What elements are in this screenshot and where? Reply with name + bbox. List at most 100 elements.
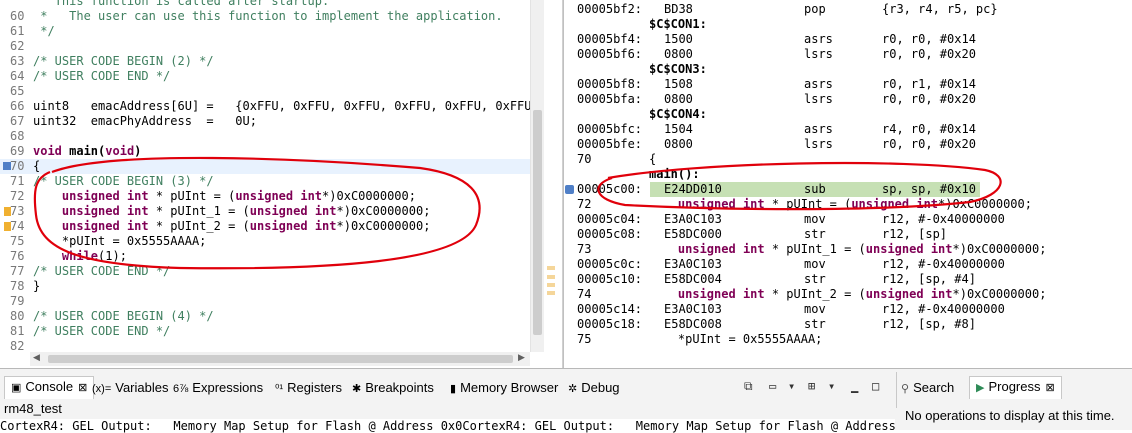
editor-line[interactable]: 60 * The user can use this function to i…: [0, 9, 530, 24]
editor-line[interactable]: 75 *pUInt = 0x5555AAAA;: [0, 234, 530, 249]
disassembly-line[interactable]: 00005bfc: 1504 asrs r4, r0, #0x14: [564, 122, 1132, 137]
tab-memory-browser[interactable]: ▮ Memory Browser: [450, 378, 558, 398]
operands: r4, r0, #0x14: [882, 122, 976, 136]
disassembly-line[interactable]: 00005bfa: 0800 lsrs r0, r0, #0x20: [564, 92, 1132, 107]
tab-expressions[interactable]: 6⅞ Expressions: [173, 378, 263, 398]
toolbar-display-icon[interactable]: ▭: [769, 379, 776, 393]
source-line-number: 74: [577, 287, 592, 301]
editor-line[interactable]: 76 while(1);: [0, 249, 530, 264]
disassembly-line[interactable]: 72 unsigned int * pUInt = (unsigned int*…: [564, 197, 1132, 212]
editor-line[interactable]: 70 {: [0, 159, 530, 174]
disassembly-line[interactable]: 00005c00: E24DD010 sub sp, sp, #0x10: [564, 182, 1132, 197]
editor-line[interactable]: 72 unsigned int * pUInt = (unsigned int*…: [0, 189, 530, 204]
ruler-marker[interactable]: [547, 266, 555, 270]
disassembly-line[interactable]: 70 {: [564, 152, 1132, 167]
disassembly-line[interactable]: main():: [564, 167, 1132, 182]
editor-line[interactable]: 78}: [0, 279, 530, 294]
opcode: 0800: [664, 137, 693, 151]
bottom-panel: ▣ Console ⊠ (x)= Variables 6⅞ Expressions ⁰¹ Reg…: [0, 368, 1132, 433]
editor-line[interactable]: 67 uint32 emacPhyAddress = 0U;: [0, 114, 530, 129]
line-number: 74: [10, 219, 25, 233]
source-line-text: unsigned int * pUInt_2 = (unsigned int*)…: [677, 287, 1047, 301]
tab-breakpoints[interactable]: ✱ Breakpoints: [352, 378, 434, 398]
tab-progress[interactable]: ▶ Progress ⊠: [969, 376, 1062, 399]
editor-line[interactable]: 63 /* USER CODE BEGIN (2) */: [0, 54, 530, 69]
ruler-marker[interactable]: [547, 275, 555, 279]
editor-line[interactable]: This function is called after startup.: [0, 0, 530, 9]
tab-debug[interactable]: ✲ Debug: [568, 378, 620, 398]
disassembly-line[interactable]: 75 *pUInt = 0x5555AAAA;: [564, 332, 1132, 347]
symbol-label: $C$CON4:: [649, 107, 707, 121]
tab-search[interactable]: ⚲ Search: [901, 378, 954, 398]
editor-line[interactable]: 69 void main(void): [0, 144, 530, 159]
source-editor[interactable]: This function is called after startup. 60…: [0, 0, 560, 368]
tab-variables[interactable]: (x)= Variables: [92, 378, 168, 398]
ruler-marker[interactable]: [547, 283, 555, 287]
minimize-icon[interactable]: ▁: [851, 379, 858, 393]
toolbar-copy-icon[interactable]: ⧉: [744, 379, 753, 394]
scroll-left-arrow-icon[interactable]: ◀: [33, 353, 40, 363]
disassembly-line[interactable]: 73 unsigned int * pUInt_1 = (unsigned in…: [564, 242, 1132, 257]
source-code-lines[interactable]: This function is called after startup. 60…: [0, 0, 546, 353]
opcode: E58DC004: [664, 272, 722, 286]
disassembly-view[interactable]: 00005bf2: BD38 pop {r3, r4, r5, pc} $C$CON1:…: [563, 0, 1132, 368]
disassembly-line[interactable]: 00005c04: E3A0C103 mov r12, #-0x40000000: [564, 212, 1132, 227]
disassembly-line[interactable]: $C$CON1:: [564, 17, 1132, 32]
editor-line[interactable]: 74 unsigned int * pUInt_2 = (unsigned in…: [0, 219, 530, 234]
progress-message: No operations to display at this time.: [905, 408, 1115, 423]
ruler-marker[interactable]: [547, 291, 555, 295]
code-text: uint8 emacAddress[6U] = {0xFFU, 0xFFU, 0…: [33, 99, 546, 113]
disassembly-line[interactable]: 00005bf4: 1500 asrs r0, r0, #0x14: [564, 32, 1132, 47]
disassembly-line[interactable]: 00005c0c: E3A0C103 mov r12, #-0x40000000: [564, 257, 1132, 272]
disassembly-line[interactable]: $C$CON4:: [564, 107, 1132, 122]
warning-marker-icon[interactable]: [4, 207, 11, 216]
line-number: 66: [10, 99, 25, 113]
disassembly-line[interactable]: $C$CON3:: [564, 62, 1132, 77]
console-output[interactable]: CortexR4: GEL Output: Memory Map Setup f…: [0, 419, 895, 433]
line-number: 81: [10, 324, 25, 338]
editor-line[interactable]: 79: [0, 294, 530, 309]
tab-label: Registers: [287, 380, 342, 395]
code-text: /* USER CODE END */: [33, 69, 171, 83]
code-text: }: [33, 279, 41, 293]
disassembly-line[interactable]: 00005bf2: BD38 pop {r3, r4, r5, pc}: [564, 2, 1132, 17]
tab-console[interactable]: ▣ Console ⊠: [4, 376, 95, 399]
toolbar-dropdown-icon[interactable]: ▾: [788, 379, 795, 393]
editor-line[interactable]: 77 /* USER CODE END */: [0, 264, 530, 279]
editor-vertical-scrollbar[interactable]: [530, 0, 545, 352]
editor-horizontal-scroll-thumb[interactable]: [48, 355, 513, 363]
close-tab-icon[interactable]: ⊠: [78, 382, 87, 394]
disassembly-line[interactable]: 00005c08: E58DC000 str r12, [sp]: [564, 227, 1132, 242]
toolbar-dropdown-icon[interactable]: ▾: [828, 379, 835, 393]
source-line-number: 70: [577, 152, 592, 166]
line-number: 76: [10, 249, 25, 263]
editor-line[interactable]: 65: [0, 84, 530, 99]
disassembly-line[interactable]: 74 unsigned int * pUInt_2 = (unsigned in…: [564, 287, 1132, 302]
warning-marker-icon[interactable]: [4, 222, 11, 231]
close-tab-icon[interactable]: ⊠: [1046, 382, 1055, 394]
editor-line[interactable]: 71 /* USER CODE BEGIN (3) */: [0, 174, 530, 189]
editor-line[interactable]: 73 unsigned int * pUInt_1 = (unsigned in…: [0, 204, 530, 219]
code-text: unsigned int * pUInt_1 = (unsigned int*)…: [61, 204, 431, 218]
opcode: E3A0C103: [664, 212, 722, 226]
disassembly-line[interactable]: 00005bfe: 0800 lsrs r0, r0, #0x20: [564, 137, 1132, 152]
editor-line[interactable]: 68: [0, 129, 530, 144]
scroll-right-arrow-icon[interactable]: ▶: [518, 353, 525, 363]
disassembly-line[interactable]: 00005c10: E58DC004 str r12, [sp, #4]: [564, 272, 1132, 287]
editor-vertical-scroll-thumb[interactable]: [533, 110, 542, 335]
disassembly-line[interactable]: 00005bf8: 1508 asrs r0, r1, #0x14: [564, 77, 1132, 92]
editor-line[interactable]: 66 uint8 emacAddress[6U] = {0xFFU, 0xFFU,…: [0, 99, 546, 114]
editor-line[interactable]: 62: [0, 39, 530, 54]
disassembly-line[interactable]: 00005c18: E58DC008 str r12, [sp, #8]: [564, 317, 1132, 332]
maximize-icon[interactable]: □: [872, 379, 879, 393]
editor-line[interactable]: 80 /* USER CODE BEGIN (4) */: [0, 309, 530, 324]
toolbar-open-console-icon[interactable]: ⊞: [808, 379, 815, 393]
disassembly-line[interactable]: 00005c14: E3A0C103 mov r12, #-0x40000000: [564, 302, 1132, 317]
disassembly-line[interactable]: 00005bf6: 0800 lsrs r0, r0, #0x20: [564, 47, 1132, 62]
program-counter-arrow-icon: [565, 185, 574, 194]
tab-registers[interactable]: ⁰¹ Registers: [275, 378, 342, 398]
editor-line[interactable]: 64 /* USER CODE END */: [0, 69, 530, 84]
editor-line[interactable]: 61 */: [0, 24, 530, 39]
editor-line[interactable]: 81 /* USER CODE END */: [0, 324, 530, 339]
editor-horizontal-scrollbar[interactable]: ◀ ▶: [30, 352, 530, 366]
